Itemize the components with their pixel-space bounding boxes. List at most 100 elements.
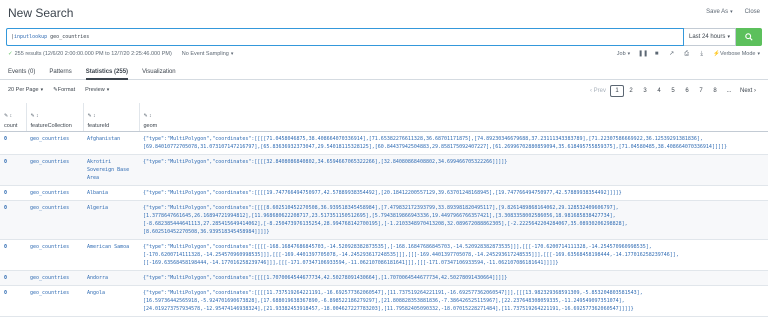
column-header-featurecollection[interactable]: ✎ ↕ featureCollection [26, 103, 84, 132]
search-command: inputlookup [14, 34, 48, 40]
count-cell[interactable]: 0 [0, 285, 26, 317]
feature-collection-cell[interactable]: geo_countries [26, 239, 83, 271]
column-options-icon[interactable]: ✎ ↕ [144, 113, 764, 119]
column-options-icon[interactable]: ✎ ↕ [4, 113, 22, 119]
pagination-ellipsis: ... [726, 88, 732, 94]
geom-text-line: [-170.6200714111328,-14.254570960998535]… [143, 251, 679, 258]
search-mode-dropdown[interactable]: ⚡Verbose Mode ▾ [713, 51, 760, 57]
table-header-row: ✎ ↕ count ✎ ↕ featureCollection ✎ ↕ feature… [0, 103, 768, 132]
feature-collection-cell[interactable]: geo_countries [26, 131, 83, 155]
search-bar: |inputlookup geo_countries Last 24 hours… [6, 28, 762, 46]
count-cell[interactable]: 0 [0, 154, 26, 186]
feature-collection-cell[interactable]: geo_countries [26, 270, 83, 286]
feature-id-cell[interactable]: Albania [83, 185, 139, 201]
table-row: 0 geo_countries Afghanistan {"type":"MultiP… [0, 131, 768, 155]
table-row: 0 geo_countries Andorra {"type":"MultiPolyg… [0, 270, 768, 286]
pause-icon[interactable]: ❚❚ [638, 51, 648, 57]
geom-text-line: {"type":"MultiPolygon","coordinates":[[[… [143, 243, 652, 250]
geom-text-line: [1.3778647661645,26.16894721994812],[11.… [143, 212, 616, 219]
results-summary: ✓ 255 results (12/6/20 2:00:00.000 PM to … [8, 51, 172, 57]
geom-text-line: {"type":"MultiPolygon","coordinates":[[[… [143, 289, 643, 296]
geom-text-line: [16.59736442565918,-5.924701690673828],[… [143, 297, 625, 304]
table-row: 0 geo_countries Akrotiri Sovereign Base Ar… [0, 154, 768, 186]
results-toolbar: 20 Per Page ▾ ✎Format Preview ▾ ‹ Prev 1 2… [8, 85, 760, 97]
stop-icon[interactable]: ■ [653, 51, 660, 57]
geom-cell[interactable]: {"type":"MultiPolygon","coordinates":[[[… [139, 154, 768, 186]
page-button[interactable]: 1 [610, 85, 624, 97]
preview-dropdown[interactable]: Preview ▾ [85, 87, 109, 93]
geom-text-line: {"type":"MultiPolygon","coordinates":[[[… [143, 274, 508, 281]
column-header-geom[interactable]: ✎ ↕ geom [139, 103, 768, 132]
page-header: New Search Save As ▾ Close [0, 0, 768, 24]
geom-text-line: [-8.682385444641113,27.285415649414062],… [143, 220, 628, 227]
tab-patterns[interactable]: Patterns [49, 66, 71, 80]
page-button[interactable]: 3 [638, 85, 652, 97]
export-icon[interactable]: ⤓ [698, 51, 705, 57]
page-button[interactable]: 5 [666, 85, 680, 97]
feature-id-cell[interactable]: Akrotiri Sovereign Base Area [83, 154, 139, 186]
count-cell[interactable]: 0 [0, 131, 26, 155]
table-row: 0 geo_countries Angola {"type":"MultiPolygo… [0, 285, 768, 317]
feature-id-cell[interactable]: Afghanistan [83, 131, 139, 155]
time-range-picker[interactable]: Last 24 hours ▾ [684, 28, 736, 46]
geom-text-line: [8.602510452270508,36.939518345458984]]]… [143, 228, 270, 235]
feature-collection-cell[interactable]: geo_countries [26, 285, 83, 317]
page-title: New Search [8, 6, 74, 20]
feature-collection-cell[interactable]: geo_countries [26, 185, 83, 201]
column-options-icon[interactable]: ✎ ↕ [31, 113, 79, 119]
search-icon [745, 33, 753, 41]
per-page-dropdown[interactable]: 20 Per Page ▾ [8, 87, 43, 93]
count-cell[interactable]: 0 [0, 239, 26, 271]
column-header-count[interactable]: ✎ ↕ count [0, 103, 27, 132]
geom-text-line: {"type":"MultiPolygon","coordinates":[[[… [143, 135, 703, 142]
format-button[interactable]: ✎Format [53, 87, 75, 93]
feature-collection-cell[interactable]: geo_countries [26, 200, 83, 240]
feature-id-cell[interactable]: American Samoa [83, 239, 139, 271]
feature-id-cell[interactable]: Angola [83, 285, 139, 317]
page-button[interactable]: 7 [694, 85, 708, 97]
search-input[interactable]: |inputlookup geo_countries [6, 28, 684, 46]
geom-cell[interactable]: {"type":"MultiPolygon","coordinates":[[[… [139, 185, 768, 201]
geom-text-line: {"type":"MultiPolygon","coordinates":[[[… [143, 204, 619, 211]
count-cell[interactable]: 0 [0, 200, 26, 240]
page-button[interactable]: 8 [708, 85, 722, 97]
next-page-button[interactable]: Next › [736, 85, 760, 97]
print-icon[interactable]: ⎙ [683, 51, 690, 57]
feature-collection-cell[interactable]: geo_countries [26, 154, 83, 186]
tab-events[interactable]: Events (0) [8, 66, 35, 80]
feature-id-cell[interactable]: Algeria [83, 200, 139, 240]
prev-page-button[interactable]: ‹ Prev [586, 85, 610, 97]
feature-id-cell[interactable]: Andorra [83, 270, 139, 286]
result-tabs: Events (0) Patterns Statistics (255) Vis… [0, 66, 768, 80]
chevron-down-icon: ▾ [106, 87, 110, 93]
event-sampling-dropdown[interactable]: No Event Sampling ▾ [182, 51, 234, 57]
close-button[interactable]: Close [745, 9, 760, 15]
statistics-table: ✎ ↕ count ✎ ↕ featureCollection ✎ ↕ feature… [0, 103, 768, 322]
geom-cell[interactable]: {"type":"MultiPolygon","coordinates":[[[… [139, 131, 768, 155]
page-button[interactable]: 4 [652, 85, 666, 97]
geom-cell[interactable]: {"type":"MultiPolygon","coordinates":[[[… [139, 285, 768, 317]
count-cell[interactable]: 0 [0, 185, 26, 201]
page-button[interactable]: 2 [624, 85, 638, 97]
chevron-down-icon: ▾ [727, 34, 730, 40]
checkmark-icon: ✓ [8, 51, 13, 57]
geom-cell[interactable]: {"type":"MultiPolygon","coordinates":[[[… [139, 239, 768, 271]
page-button[interactable]: 6 [680, 85, 694, 97]
geom-text-line: [24.019273757934578,-12.95474146938324],… [143, 305, 634, 312]
table-row: 0 geo_countries Albania {"type":"MultiPolyg… [0, 185, 768, 201]
save-as-button[interactable]: Save As ▾ [706, 9, 733, 15]
geom-cell[interactable]: {"type":"MultiPolygon","coordinates":[[[… [139, 270, 768, 286]
search-button[interactable] [736, 28, 762, 46]
tab-statistics[interactable]: Statistics (255) [85, 66, 129, 80]
share-icon[interactable]: ↗ [668, 51, 675, 57]
tab-visualization[interactable]: Visualization [142, 66, 176, 80]
geom-text-line: {"type":"MultiPolygon","coordinates":[[[… [143, 189, 622, 196]
geom-cell[interactable]: {"type":"MultiPolygon","coordinates":[[[… [139, 200, 768, 240]
column-header-featureid[interactable]: ✎ ↕ featureId [83, 103, 140, 132]
table-row: 0 geo_countries American Samoa {"type":"Mul… [0, 239, 768, 271]
job-menu[interactable]: Job ▾ [617, 51, 630, 57]
chevron-down-icon: ▾ [40, 87, 44, 93]
count-cell[interactable]: 0 [0, 270, 26, 286]
geom-text-line: [[-169.63568458198444,-14.17701625823974… [143, 259, 559, 266]
column-options-icon[interactable]: ✎ ↕ [88, 113, 135, 119]
